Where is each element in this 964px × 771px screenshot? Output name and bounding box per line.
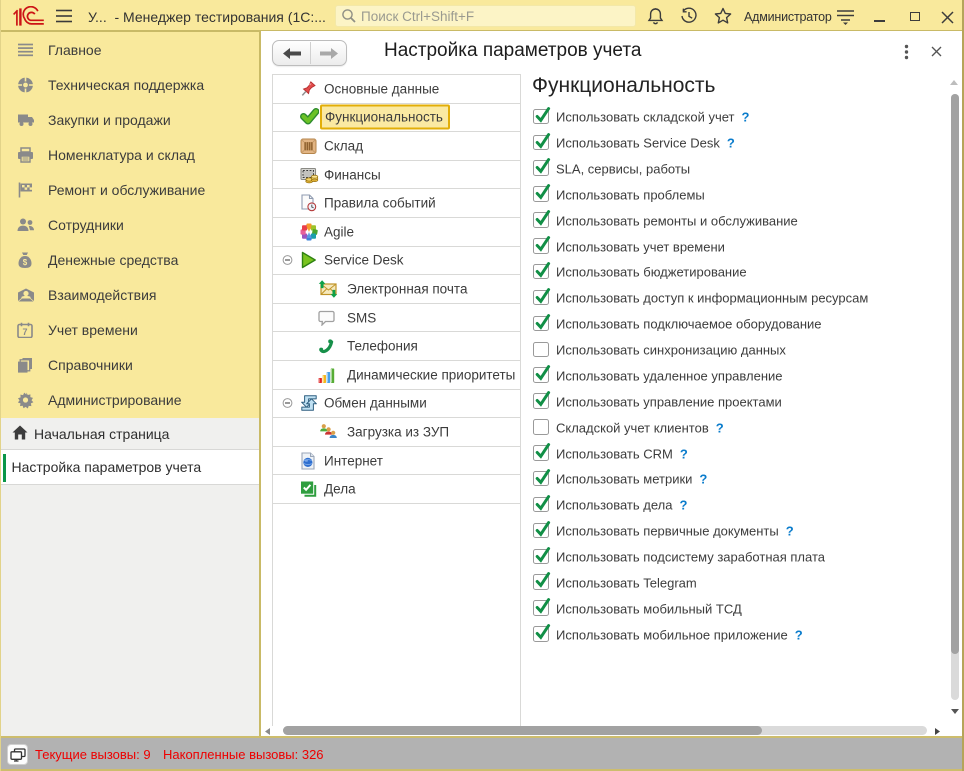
svg-text:$: $ (23, 258, 28, 267)
svg-text:7: 7 (22, 327, 27, 337)
